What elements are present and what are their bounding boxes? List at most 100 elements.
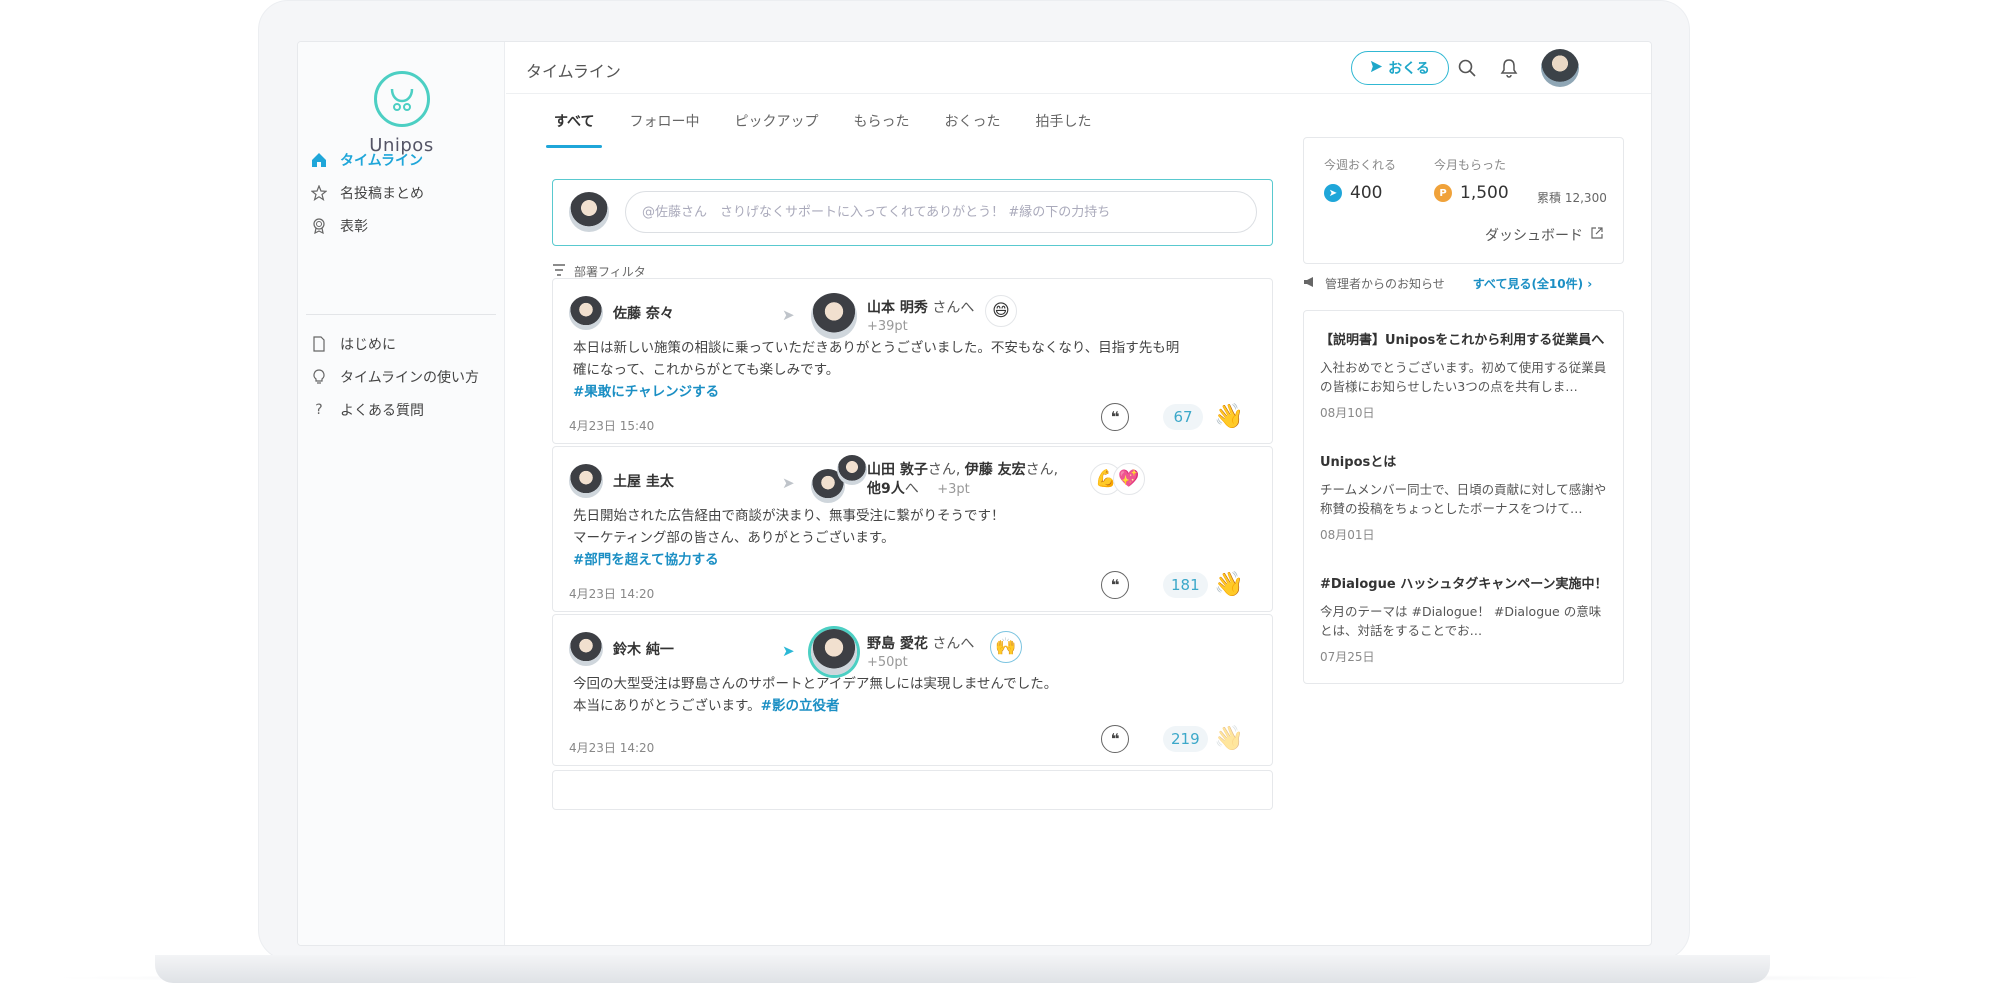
- sidebar-item-label: よくある質問: [340, 403, 424, 419]
- post-card: 鈴木 純一 ➤ 野島 愛花 さんへ +50pt 🙌 今回の大型受注は野島さんのサ…: [552, 614, 1273, 766]
- heart-stamp-icon: 💖: [1113, 463, 1145, 495]
- paper-plane-icon: [1370, 60, 1383, 77]
- receiver-suffix: さんへ: [932, 636, 975, 652]
- post-points: +39pt: [867, 319, 908, 334]
- post-body: 今回の大型受注は野島さんのサポートとアイデア無しには実現しませんでした。 本当に…: [573, 673, 1263, 717]
- compose-input[interactable]: [625, 191, 1257, 233]
- post-line: 確になって、これからがとても楽しみです。: [573, 362, 840, 378]
- tab-clapped[interactable]: 拍手した: [1033, 112, 1093, 148]
- stage: Unipos タイムライン 名投稿まとめ 表彰 はじめに タイムラインの使い方 …: [0, 0, 2000, 983]
- sidebar-item-getting-started[interactable]: はじめに: [310, 330, 396, 358]
- unipos-logo-icon[interactable]: [374, 71, 430, 127]
- user-avatar[interactable]: [1541, 49, 1579, 87]
- hashtag-link[interactable]: #部門を超えて協力する: [573, 549, 1263, 571]
- receiver-suffix: さんへ: [932, 300, 975, 316]
- star-icon: [310, 184, 328, 202]
- points-summary-card: 今週おくれる ➤ 400 今月もらった P 1,500 累積 12,300 ダッ…: [1303, 137, 1624, 264]
- see-all-notices-link[interactable]: すべて見る(全10件) ›: [1473, 275, 1592, 292]
- clap-count[interactable]: 67: [1163, 404, 1203, 430]
- sidebar-item-how-to-use[interactable]: タイムラインの使い方: [310, 363, 479, 391]
- receiver-suffix: さん,: [1025, 462, 1059, 478]
- post-timestamp: 4月23日 15:40: [569, 419, 655, 433]
- post-points: +3pt: [937, 482, 970, 497]
- sidebar-item-faq[interactable]: ? よくある質問: [310, 396, 424, 424]
- post-line: 先日開始された広告経由で商談が決まり、無事受注に繋がりそうです！: [573, 508, 1005, 524]
- top-bar: タイムライン おくる: [506, 42, 1651, 94]
- sidebar-item-timeline[interactable]: タイムライン: [310, 146, 423, 174]
- sidebar-item-label: 表彰: [340, 219, 368, 235]
- external-link-icon: [1591, 227, 1603, 243]
- sidebar-item-featured-posts[interactable]: 名投稿まとめ: [310, 179, 424, 207]
- lightbulb-icon: [310, 368, 328, 386]
- compose-box: [552, 179, 1273, 246]
- send-points: ➤ 400: [1324, 183, 1382, 203]
- post-card: [552, 770, 1273, 810]
- search-icon[interactable]: [1454, 55, 1480, 81]
- tab-sent[interactable]: おくった: [942, 112, 1002, 148]
- quote-icon[interactable]: ❝: [1101, 571, 1129, 599]
- home-icon: [310, 151, 328, 169]
- tab-pickup[interactable]: ピックアップ: [732, 112, 820, 148]
- notice-title: Uniposとは: [1320, 455, 1397, 470]
- hashtag-link[interactable]: #果敢にチャレンジする: [573, 381, 1263, 403]
- post-sender[interactable]: 土屋 圭太: [569, 464, 674, 498]
- tab-received[interactable]: もらった: [851, 112, 911, 148]
- sidebar-item-label: はじめに: [340, 337, 396, 353]
- document-icon: [310, 335, 328, 353]
- post-receiver[interactable]: 野島 愛花 さんへ +50pt: [867, 633, 974, 670]
- see-all-label: すべて見る(全10件): [1472, 277, 1584, 291]
- tab-following[interactable]: フォロー中: [627, 112, 701, 148]
- cumulative-points: 累積 12,300: [1537, 189, 1607, 206]
- question-icon: ?: [315, 402, 323, 418]
- avatar[interactable]: [837, 455, 867, 485]
- send-arrow-icon: ➤: [782, 642, 795, 660]
- raised-hands-stamp-icon: 🙌: [990, 631, 1022, 663]
- post-body: 本日は新しい施策の相談に乗っていただきありがとうございました。不安もなくなり、目…: [573, 337, 1263, 403]
- bell-icon[interactable]: [1496, 55, 1522, 81]
- received-points: P 1,500: [1434, 183, 1509, 203]
- notice-item[interactable]: Uniposとは チームメンバー同士で、日頃の貢献に対して感謝や称賛の投稿をちょ…: [1320, 451, 1610, 543]
- post-receiver[interactable]: 山田 敦子さん, 伊藤 友宏さん, 他9人へ +3pt: [867, 461, 1058, 499]
- clap-hand-icon[interactable]: 👋: [1214, 401, 1244, 431]
- clap-hand-icon[interactable]: 👋: [1214, 569, 1244, 599]
- sidebar-item-label: 名投稿まとめ: [340, 186, 424, 202]
- sidebar-item-awards[interactable]: 表彰: [310, 212, 368, 240]
- notice-title: #Dialogue ハッシュタグキャンペーン実施中！: [1320, 577, 1608, 592]
- post-timestamp: 4月23日 14:20: [569, 587, 655, 601]
- tab-all[interactable]: すべて: [545, 112, 604, 148]
- clap-hand-icon[interactable]: 👋: [1214, 723, 1244, 753]
- post-body: 先日開始された広告経由で商談が決まり、無事受注に繋がりそうです！ マーケティング…: [573, 505, 1263, 571]
- app-screen: Unipos タイムライン 名投稿まとめ 表彰 はじめに タイムラインの使い方 …: [297, 41, 1652, 946]
- hashtag-link[interactable]: #影の立役者: [761, 698, 840, 714]
- filter-icon: [552, 264, 566, 279]
- post-sender[interactable]: 鈴木 純一: [569, 632, 674, 666]
- laptop-base: [155, 955, 1770, 983]
- post-sender[interactable]: 佐藤 奈々: [569, 296, 674, 330]
- notice-item[interactable]: #Dialogue ハッシュタグキャンペーン実施中！ 今月のテーマは #Dial…: [1320, 573, 1610, 665]
- clap-count[interactable]: 219: [1163, 726, 1208, 752]
- cumulative-value: 12,300: [1564, 191, 1607, 205]
- avatar: [569, 632, 603, 666]
- receiver-suffix: さん,: [927, 462, 961, 478]
- avatar[interactable]: [811, 293, 857, 339]
- send-arrow-icon: ➤: [782, 474, 795, 492]
- dashboard-link[interactable]: ダッシュボード: [1485, 225, 1603, 245]
- notice-body: 今月のテーマは #Dialogue！ #Dialogue の意味とは、対話をする…: [1320, 604, 1602, 638]
- quote-icon[interactable]: ❝: [1101, 403, 1129, 431]
- clap-count[interactable]: 181: [1163, 572, 1208, 598]
- avatar[interactable]: [811, 629, 857, 675]
- notice-body: 入社おめでとうございます。初めて使用する従業員の皆様にお知らせしたい3つの点を共…: [1320, 360, 1607, 394]
- avatar: [569, 192, 609, 232]
- quote-icon[interactable]: ❝: [1101, 725, 1129, 753]
- timeline-tabs: すべて フォロー中 ピックアップ もらった おくった 拍手した: [545, 112, 1093, 148]
- send-button[interactable]: おくる: [1351, 51, 1449, 85]
- receiver-name: 伊藤 友宏: [964, 462, 1026, 478]
- notice-date: 08月01日: [1320, 528, 1375, 542]
- notice-item[interactable]: 【説明書】Uniposをこれから利用する従業員へ 入社おめでとうございます。初め…: [1320, 329, 1610, 421]
- sidebar: Unipos タイムライン 名投稿まとめ 表彰 はじめに タイムラインの使い方 …: [298, 42, 505, 945]
- award-icon: [310, 217, 328, 235]
- receiver-name: 野島 愛花: [867, 636, 928, 652]
- post-receiver[interactable]: 山本 明秀 さんへ +39pt: [867, 297, 974, 334]
- send-button-label: おくる: [1388, 61, 1430, 77]
- notices-card: 【説明書】Uniposをこれから利用する従業員へ 入社おめでとうございます。初め…: [1303, 310, 1624, 684]
